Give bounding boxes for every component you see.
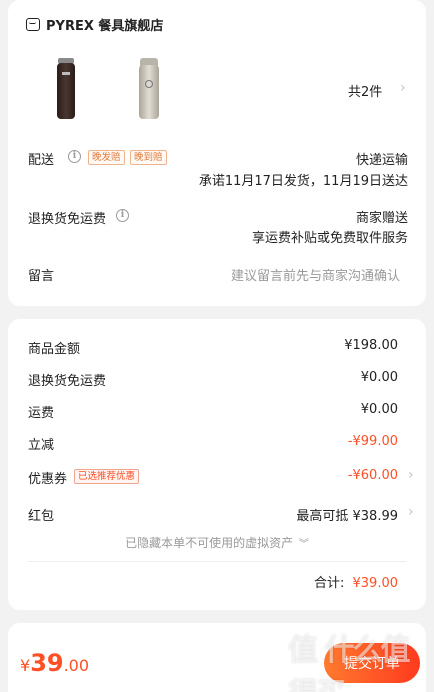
price-int: 39 xyxy=(30,649,64,677)
summary-label-return: 退换货免运费 xyxy=(28,374,107,389)
order-info-card: PYREX 餐具旗舰店 共2件 › 配送 i 晚发赔 晚到赔 快递运输 承诺11… xyxy=(8,0,426,306)
summary-label-discount: 立减 xyxy=(28,438,55,453)
summary-label-shipping: 运费 xyxy=(28,406,55,421)
delivery-method[interactable]: 快递运输 xyxy=(356,149,408,168)
summary-total: 合计: ¥39.00 xyxy=(314,572,398,591)
product-count[interactable]: 共2件 xyxy=(348,81,382,100)
total-label: 合计: xyxy=(313,576,345,591)
submit-order-label: 提交订单 xyxy=(344,656,400,672)
product-thumb-2[interactable] xyxy=(134,58,164,120)
delivery-promise: 承诺11月17日发货，11月19日送达 xyxy=(198,174,408,189)
delivery-label: 配送 xyxy=(28,153,55,168)
info-icon[interactable]: i xyxy=(68,150,81,163)
message-label: 留言 xyxy=(28,269,55,284)
shop-name: PYREX 餐具旗舰店 xyxy=(46,18,164,34)
shop-row[interactable]: PYREX 餐具旗舰店 xyxy=(26,14,163,34)
summary-value-shipping: ¥0.00 xyxy=(360,402,398,417)
return-shipping-label: 退换货免运费 xyxy=(28,212,107,227)
summary-label-redpacket[interactable]: 红包 xyxy=(28,505,54,524)
summary-value-goods: ¥198.00 xyxy=(344,338,398,353)
footer-price: ¥ 39 .00 xyxy=(20,649,89,677)
product-thumb-1[interactable] xyxy=(52,58,80,120)
chevron-right-icon[interactable]: › xyxy=(400,80,406,96)
chevron-right-icon[interactable]: › xyxy=(408,467,414,483)
summary-value-redpacket[interactable]: 最高可抵 ¥38.99 xyxy=(296,505,398,524)
late-ship-badge: 晚发赔 xyxy=(88,150,125,165)
return-shipping-value: 商家赠送 xyxy=(355,211,408,226)
coupon-badge: 已选推荐优惠 xyxy=(74,469,140,484)
price-symbol: ¥ xyxy=(20,656,31,675)
total-value: ¥39.00 xyxy=(352,576,399,591)
chevron-down-icon: ︾ xyxy=(298,539,309,550)
message-input[interactable]: 建议留言前先与商家沟通确认 xyxy=(231,265,400,284)
summary-label-goods: 商品金额 xyxy=(28,342,81,357)
summary-value-discount: -¥99.00 xyxy=(347,434,398,449)
summary-label-coupon[interactable]: 优惠券 xyxy=(28,468,67,487)
summary-value-return: ¥0.00 xyxy=(360,370,398,385)
submit-order-button[interactable]: 提交订单 xyxy=(324,643,420,683)
bottom-bar: ¥ 39 .00 提交订单 值 什么值得买 xyxy=(8,623,426,692)
info-icon[interactable]: i xyxy=(116,209,129,222)
summary-divider xyxy=(28,561,406,562)
late-arrive-badge: 晚到赔 xyxy=(130,150,167,165)
price-summary-card: 商品金额 ¥198.00 退换货免运费 ¥0.00 运费 ¥0.00 立减 -¥… xyxy=(8,319,426,610)
return-shipping-desc: 享运费补贴或免费取件服务 xyxy=(251,231,408,246)
store-icon xyxy=(26,17,40,31)
summary-value-coupon[interactable]: -¥60.00 xyxy=(348,468,398,483)
price-dec: .00 xyxy=(63,656,90,675)
hidden-assets-note[interactable]: 已隐藏本单不可使用的虚拟资产 ︾ xyxy=(8,534,426,551)
chevron-right-icon[interactable]: › xyxy=(408,504,414,520)
